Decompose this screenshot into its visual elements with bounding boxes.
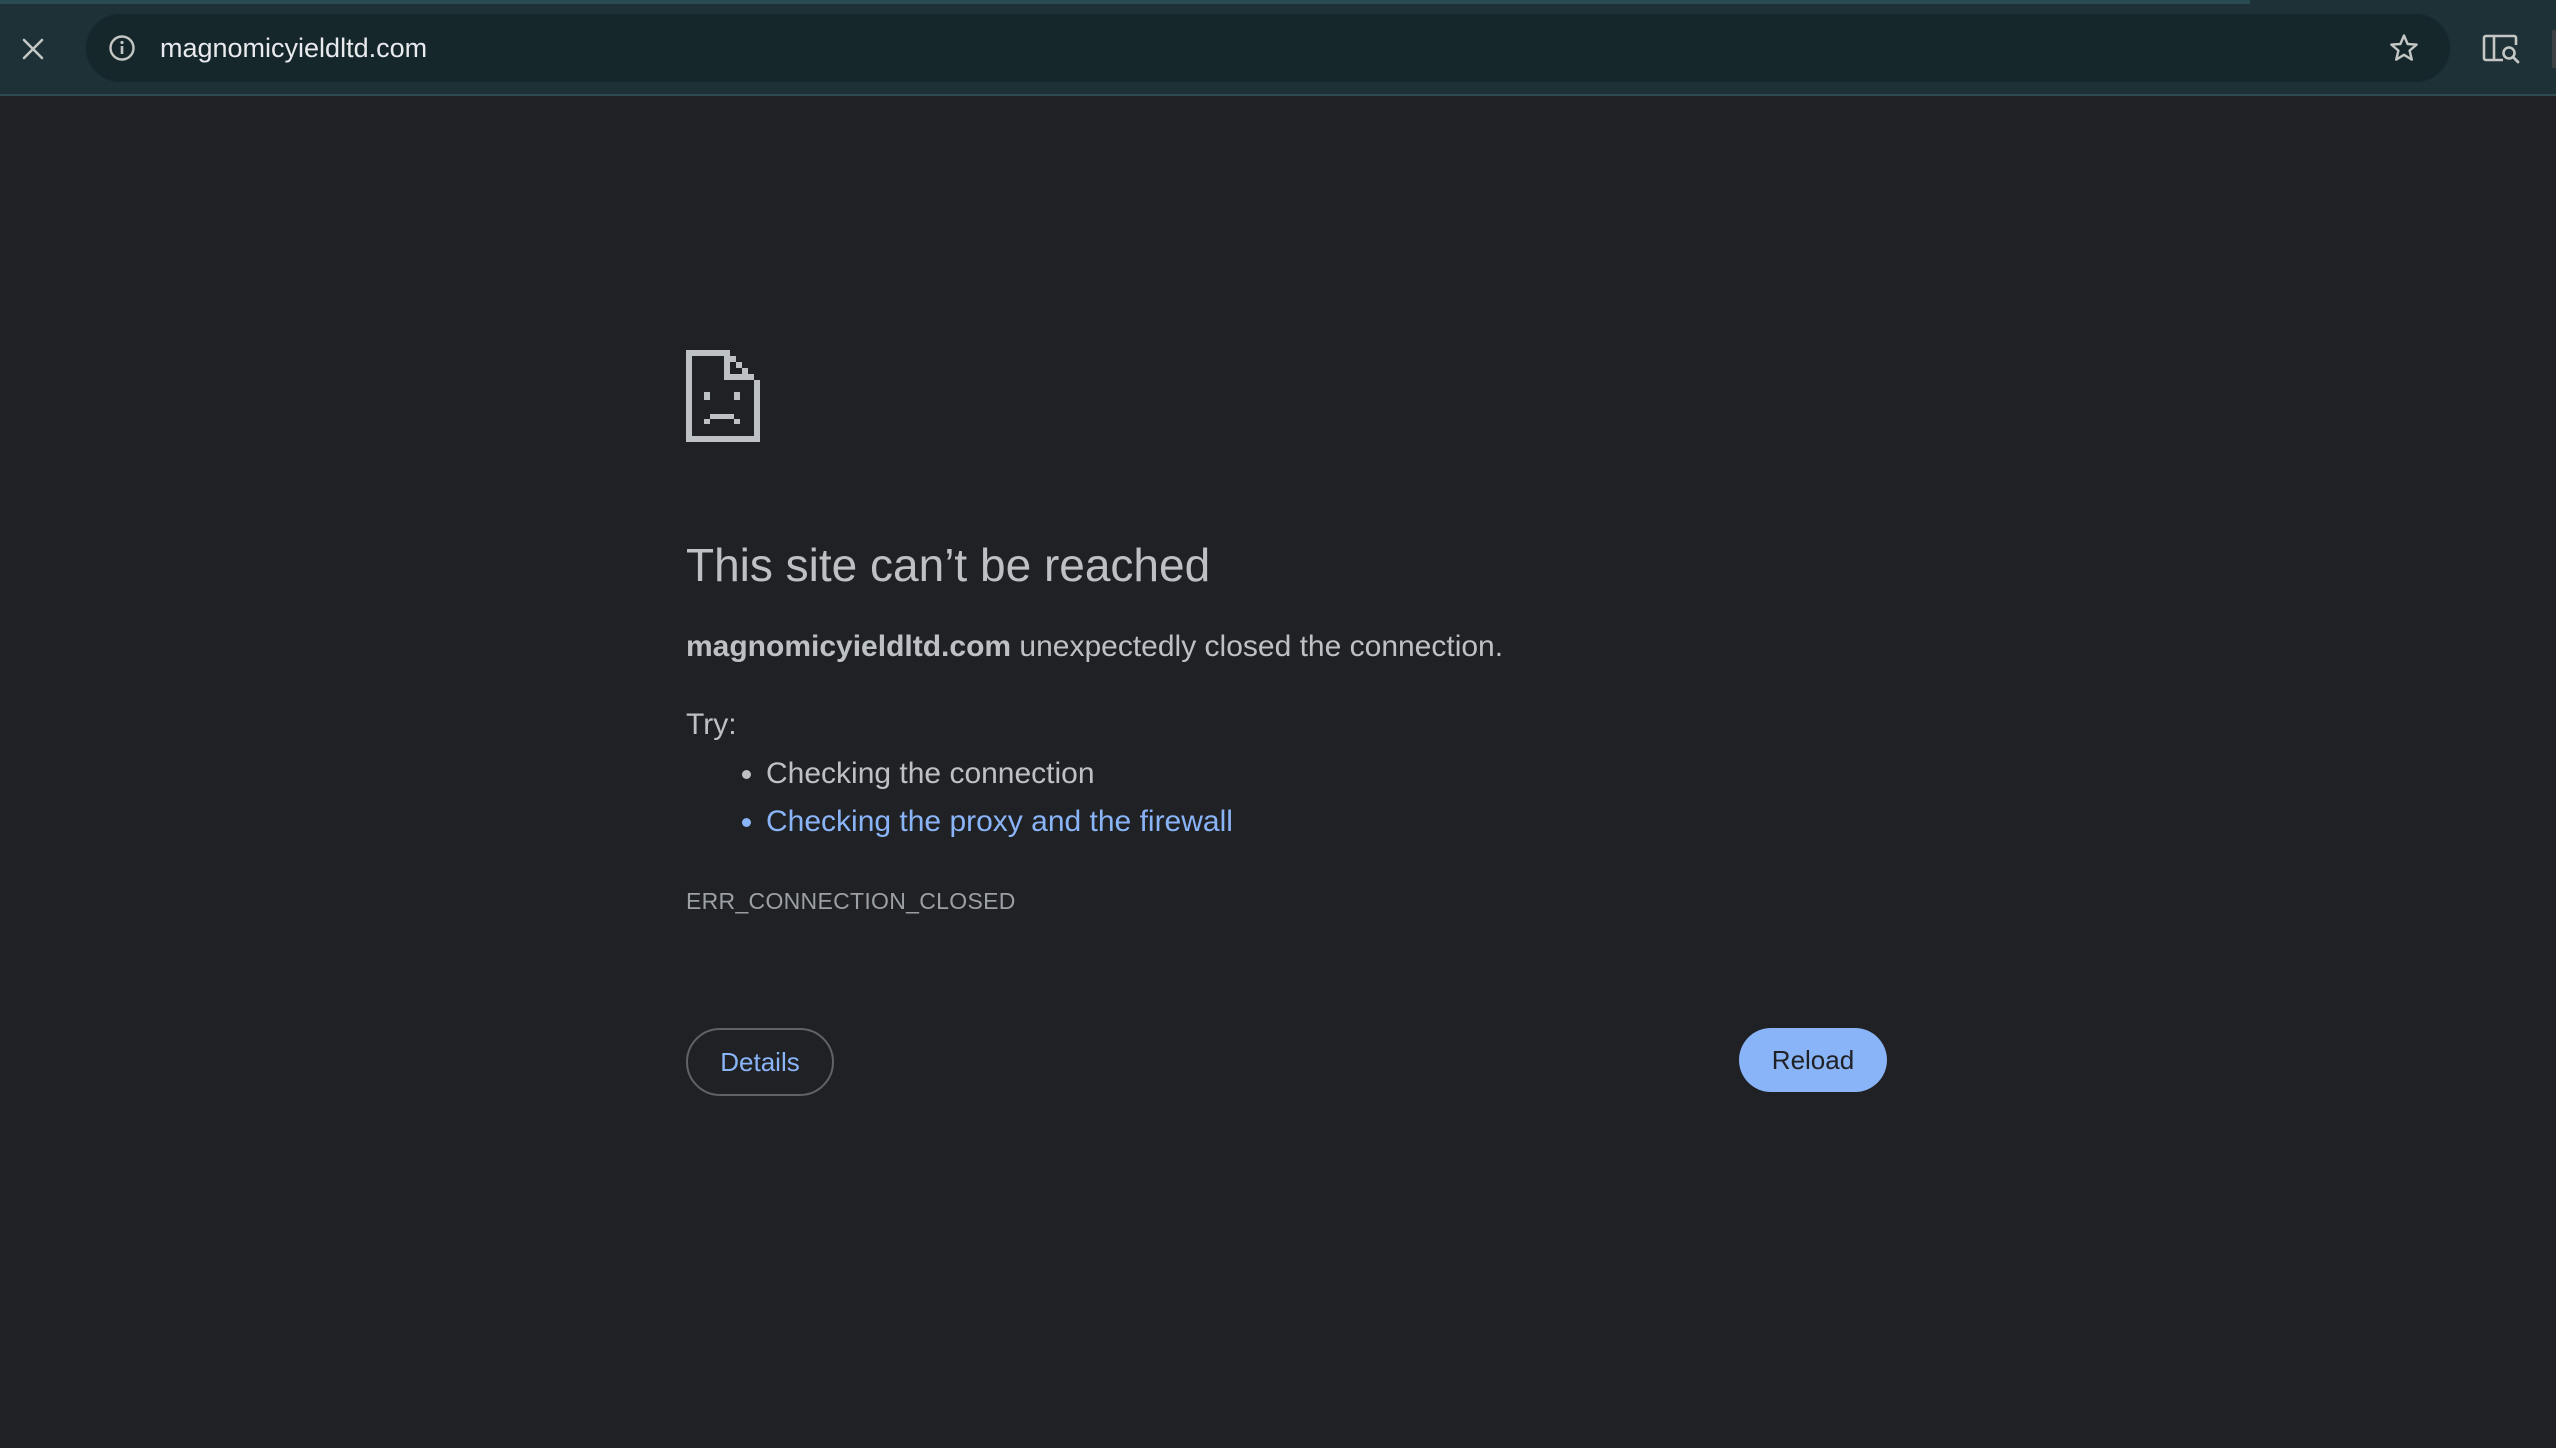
side-panel-search-icon[interactable] (2478, 26, 2524, 72)
reload-button[interactable]: Reload (1739, 1028, 1887, 1092)
sad-page-icon (686, 350, 760, 442)
try-label: Try: (686, 708, 737, 741)
error-code: ERR_CONNECTION_CLOSED (686, 888, 1016, 914)
error-message: unexpectedly closed the connection. (1011, 630, 1504, 663)
suggestions-list: Checking the connection Checking the pro… (686, 750, 1233, 846)
error-heading: This site can’t be reached (686, 539, 1211, 591)
close-icon[interactable] (12, 28, 54, 70)
error-summary: magnomicyieldltd.com unexpectedly closed… (686, 630, 1503, 664)
info-icon[interactable] (102, 28, 142, 68)
star-icon[interactable] (2382, 26, 2426, 70)
url-text[interactable]: magnomicyieldltd.com (160, 14, 427, 82)
suggestion-check-connection: Checking the connection (766, 750, 1233, 798)
toolbar-edge (2552, 30, 2556, 68)
browser-toolbar: magnomicyieldltd.com (0, 0, 2556, 96)
error-host: magnomicyieldltd.com (686, 630, 1012, 663)
details-button[interactable]: Details (686, 1028, 834, 1096)
suggestion-check-proxy-firewall-link[interactable]: Checking the proxy and the firewall (766, 798, 1233, 846)
loading-progress-bar (0, 0, 2250, 4)
address-bar[interactable]: magnomicyieldltd.com (86, 14, 2450, 82)
